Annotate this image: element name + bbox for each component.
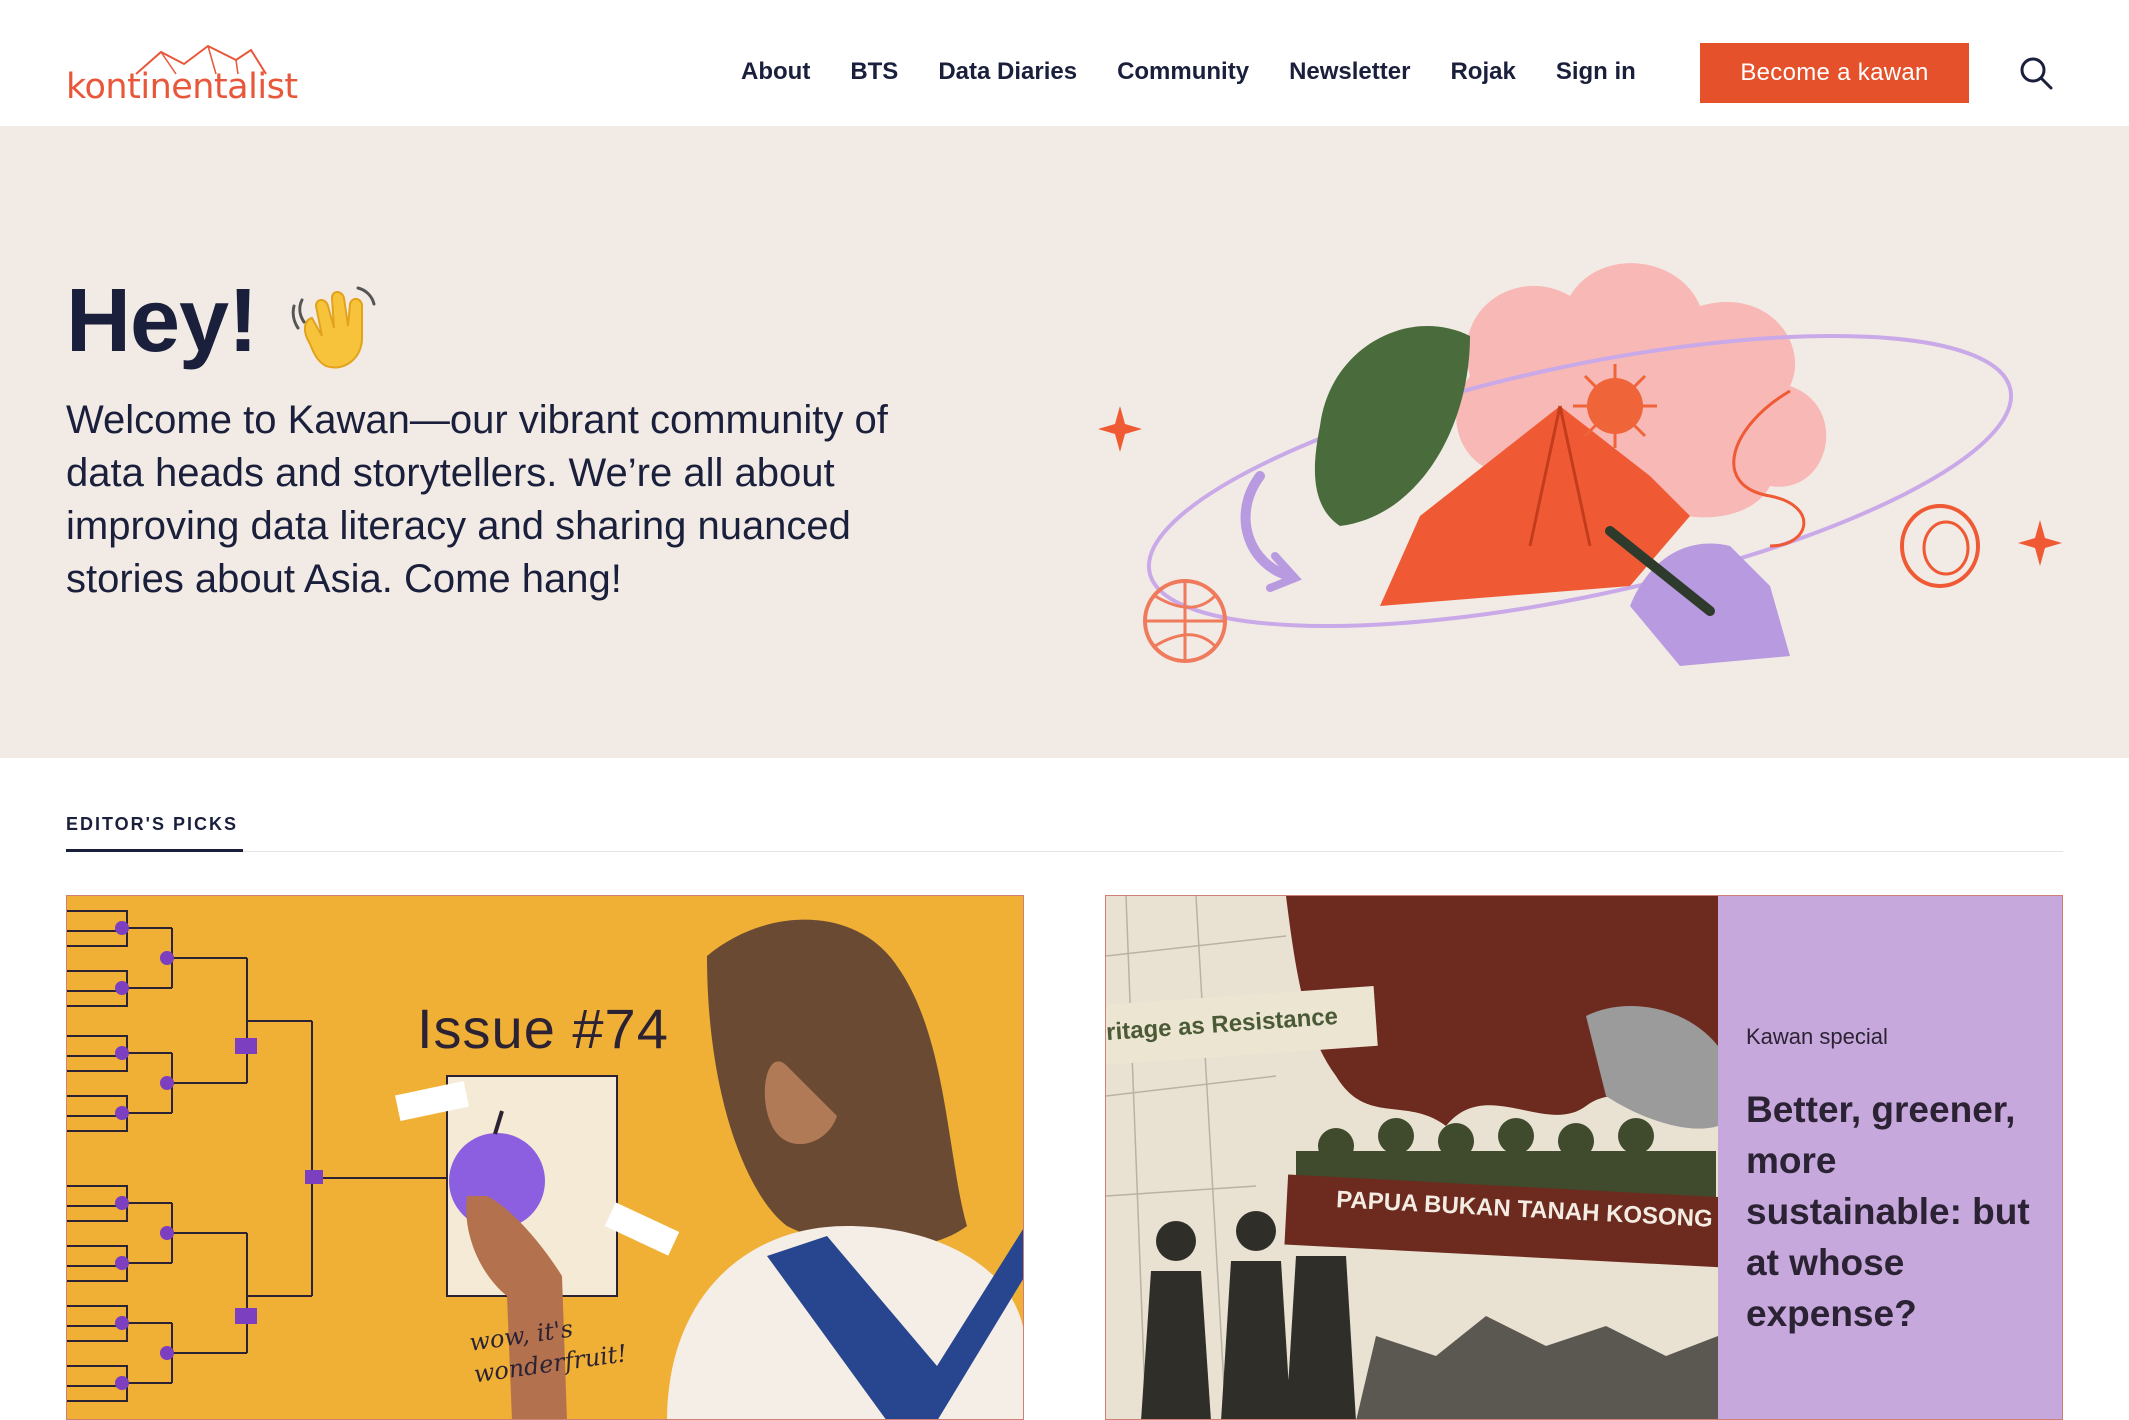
hero-description: Welcome to Kawan—our vibrant community o… [66, 398, 888, 601]
editors-pick-card-kawan-special[interactable]: ritage as Resistance PAPUA BUKAN TANAH K… [1105, 895, 2063, 1420]
editors-picks-underline [66, 849, 243, 852]
nav-item-community[interactable]: Community [1117, 57, 1249, 87]
site-header: kontinentalist About BTS Data Diaries Co… [0, 0, 2129, 126]
nav-item-rojak[interactable]: Rojak [1450, 57, 1515, 87]
hero-illustration [1090, 226, 2090, 686]
logo-wordmark: kontinentalist [66, 67, 298, 107]
section-divider [66, 851, 2063, 852]
nav-item-sign-in[interactable]: Sign in [1556, 57, 1636, 87]
nav-item-bts[interactable]: BTS [850, 57, 898, 87]
kawan-special-tag: Kawan special [1746, 1024, 1888, 1049]
kontinentalist-logo[interactable]: kontinentalist [66, 38, 298, 110]
hero-section: Hey! Welcome to Kawan—our vibrant commun… [0, 126, 2129, 758]
become-a-kawan-button[interactable]: Become a kawan [1700, 43, 1969, 103]
issue-title: Issue #74 [417, 997, 669, 1060]
search-icon[interactable] [2018, 55, 2054, 91]
waving-hand-icon [282, 276, 382, 376]
editors-pick-card-issue-74[interactable]: Issue #74 wow, it's wonderfruit! [66, 895, 1024, 1420]
nav-item-newsletter[interactable]: Newsletter [1289, 57, 1410, 87]
card-text-panel: Kawan special Better, greener, more sust… [1718, 896, 2062, 1419]
hero-title: Hey! [66, 271, 258, 371]
main-nav: About BTS Data Diaries Community Newslet… [741, 57, 1676, 87]
card-headline: Better, greener, more sustainable: but a… [1746, 1089, 2030, 1334]
collage-illustration [1106, 896, 1718, 1419]
nav-item-data-diaries[interactable]: Data Diaries [938, 57, 1077, 87]
editors-picks-label: EDITOR'S PICKS [66, 814, 238, 834]
nav-item-about[interactable]: About [741, 57, 810, 87]
